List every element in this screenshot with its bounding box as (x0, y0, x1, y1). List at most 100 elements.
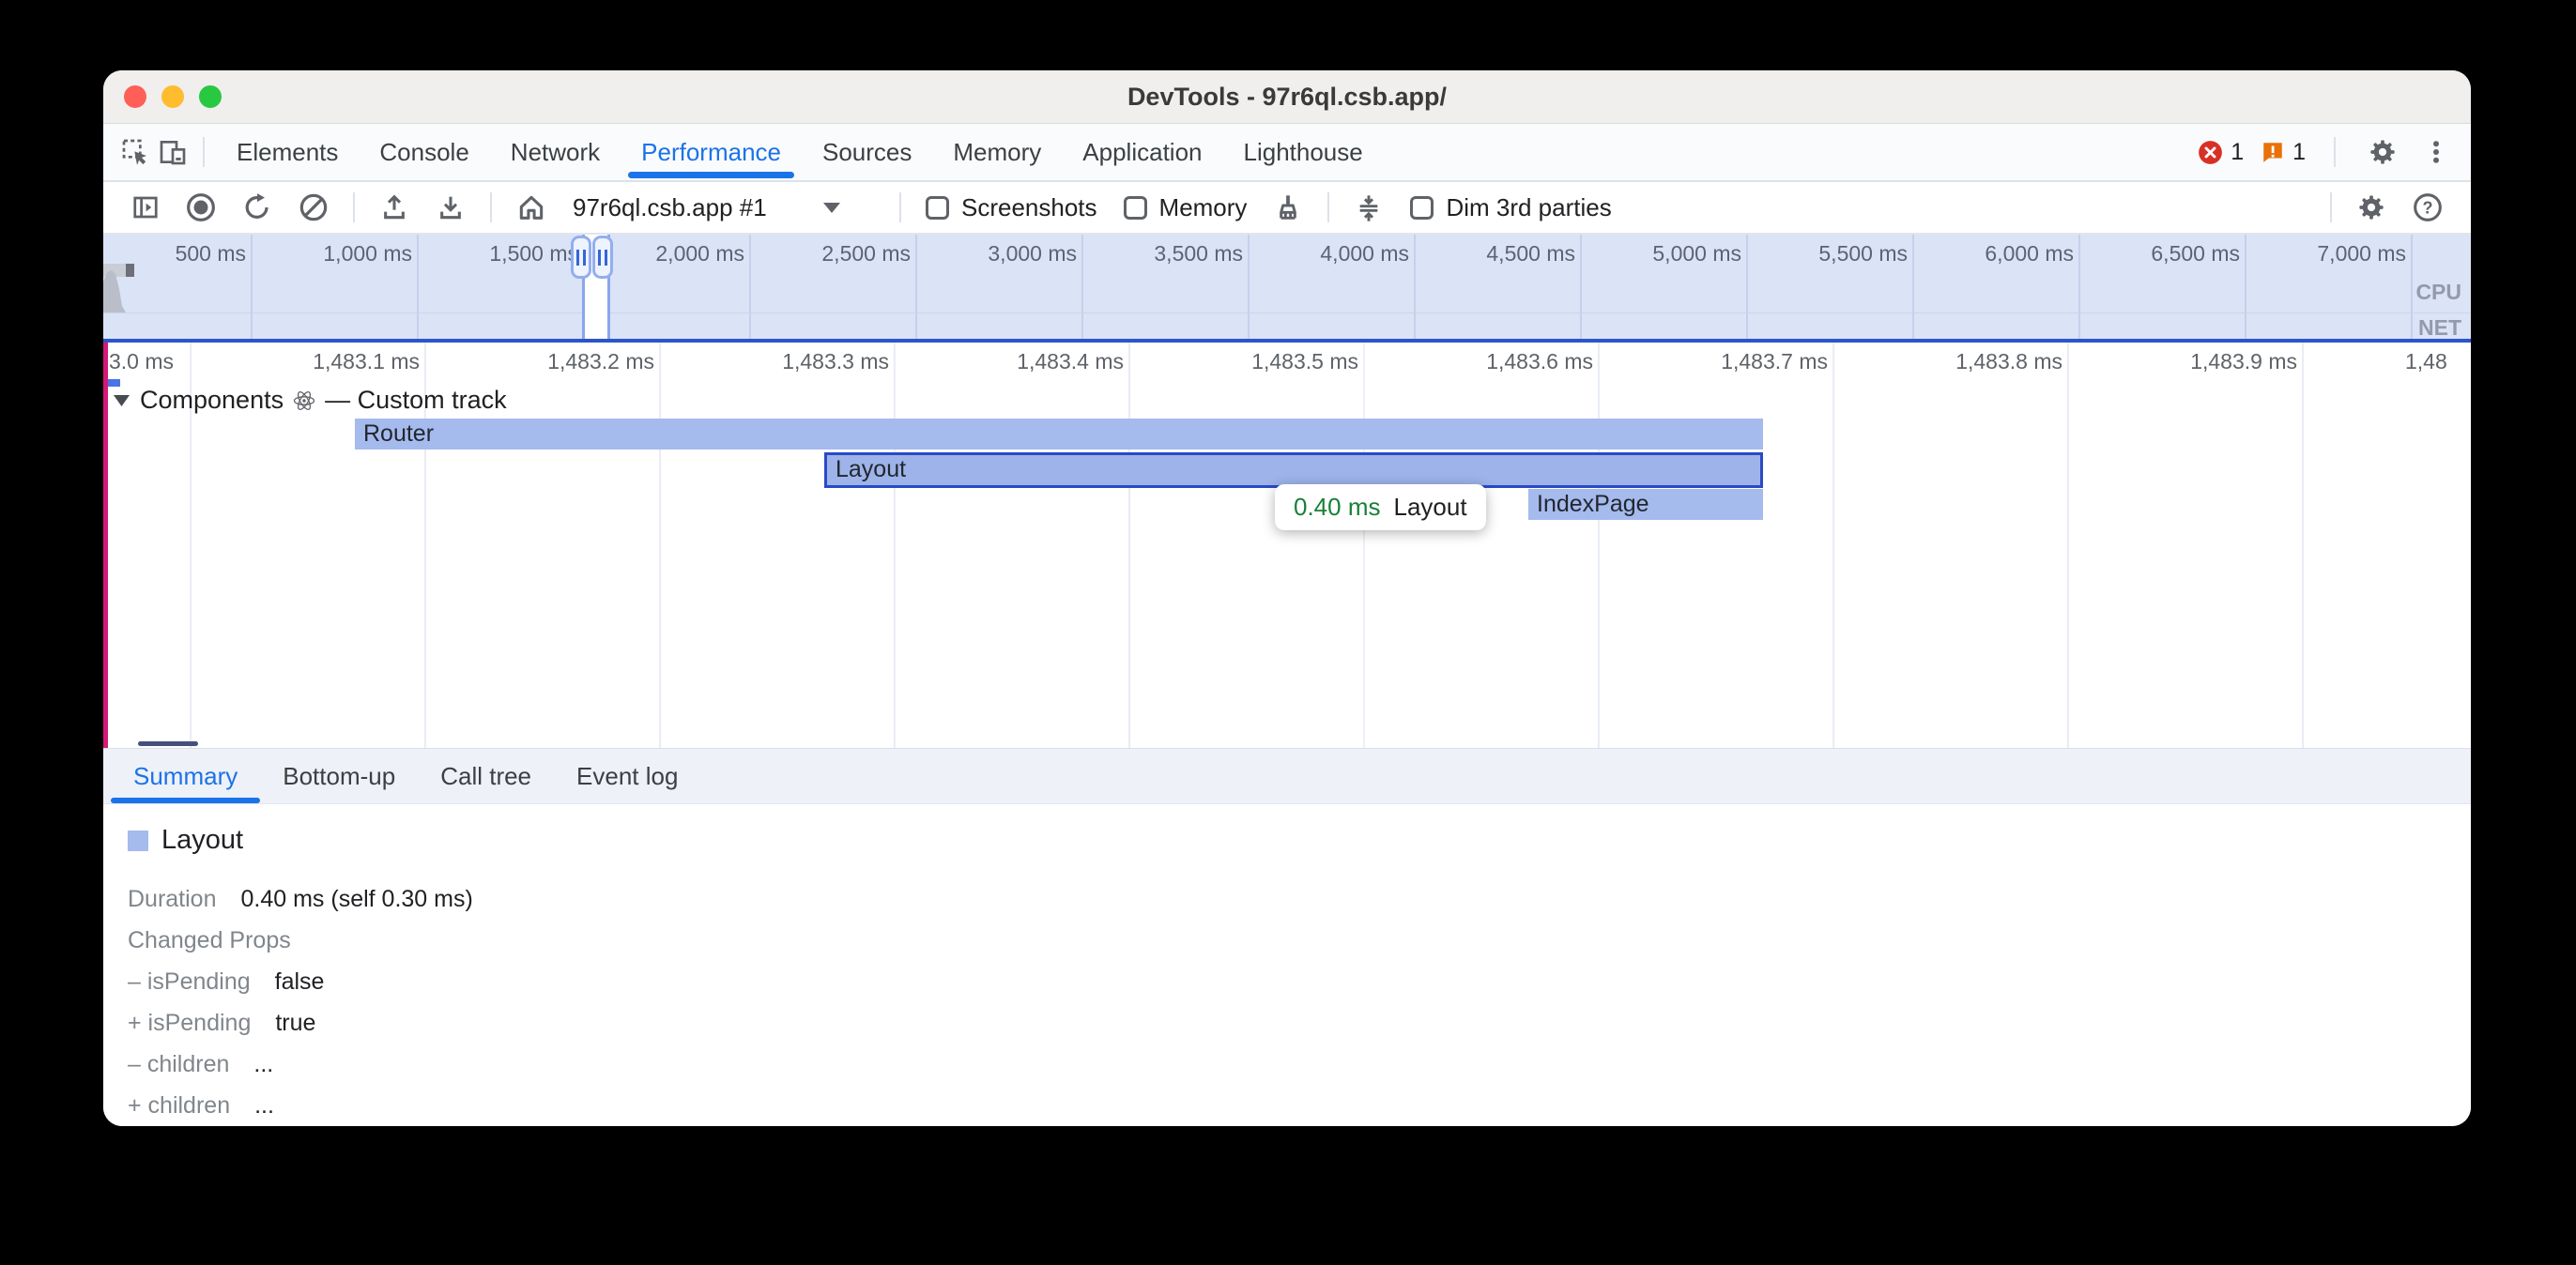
event-tooltip: 0.40 ms Layout (1275, 484, 1486, 530)
tab-application[interactable]: Application (1062, 124, 1222, 180)
checkbox-label: Screenshots (961, 193, 1097, 222)
error-badge[interactable]: 1 (2198, 139, 2244, 166)
device-toolbar-icon[interactable] (154, 133, 192, 171)
tooltip-name: Layout (1394, 493, 1467, 522)
svg-text:?: ? (2423, 198, 2433, 217)
tab-console[interactable]: Console (359, 124, 489, 180)
zoom-window-button[interactable] (199, 85, 222, 108)
flame-event-indexpage[interactable]: IndexPage (1528, 489, 1763, 520)
flame-chart-pane[interactable]: 3.0 ms1,483.1 ms1,483.2 ms1,483.3 ms1,48… (103, 343, 2471, 748)
more-options-kebab-icon[interactable] (2418, 134, 2454, 170)
tooltip-duration: 0.40 ms (1294, 493, 1381, 522)
expander-triangle-icon (113, 393, 130, 408)
flame-event-router[interactable]: Router (355, 419, 1763, 450)
overview-tick-label: 2,500 ms (821, 241, 911, 267)
range-handle-right[interactable] (592, 236, 613, 279)
separator (2330, 192, 2332, 222)
settings-gear-icon[interactable] (2364, 133, 2401, 171)
capture-settings-gear-icon[interactable] (2353, 189, 2390, 226)
tab-label: Lighthouse (1244, 138, 1363, 167)
flame-event-layout[interactable]: Layout (824, 452, 1763, 488)
chevron-down-icon (823, 203, 840, 213)
row-value: true (275, 1010, 315, 1037)
separator (203, 137, 205, 167)
reload-record-icon[interactable] (238, 189, 276, 226)
tab-label: Performance (641, 138, 781, 167)
tab-label: Summary (133, 762, 238, 791)
performance-toolbar: 97r6ql.csb.app #1 Screenshots Memory D (103, 182, 2471, 235)
summary-row: Duration 0.40 ms (self 0.30 ms) (128, 878, 2471, 920)
download-profile-icon[interactable] (432, 189, 469, 226)
overview-tick-label: 4,000 ms (1320, 241, 1409, 267)
screenshots-checkbox[interactable]: Screenshots (926, 193, 1097, 222)
tab-label: Memory (953, 138, 1041, 167)
close-window-button[interactable] (124, 85, 146, 108)
collect-garbage-icon[interactable] (1269, 189, 1307, 226)
issues-icon (2261, 140, 2285, 164)
tab-call-tree[interactable]: Call tree (418, 749, 554, 803)
target-selector-dropdown[interactable]: 97r6ql.csb.app #1 (573, 193, 882, 222)
window-title: DevTools - 97r6ql.csb.app/ (1127, 83, 1447, 112)
checkbox-box (1410, 196, 1434, 220)
row-label: + isPending (128, 1010, 251, 1037)
minimize-window-button[interactable] (161, 85, 184, 108)
row-label: – isPending (128, 968, 251, 996)
summary-title-row: Layout (128, 825, 2471, 856)
row-value: ... (254, 1092, 274, 1120)
range-start-marker (103, 343, 108, 748)
row-value: 0.40 ms (self 0.30 ms) (241, 886, 473, 913)
tab-label: Sources (822, 138, 912, 167)
help-icon[interactable]: ? (2409, 189, 2446, 226)
separator (2334, 137, 2336, 167)
memory-checkbox[interactable]: Memory (1124, 193, 1248, 222)
target-selector-value: 97r6ql.csb.app #1 (573, 193, 767, 222)
home-icon[interactable] (513, 189, 550, 226)
details-tab-bar: Summary Bottom-up Call tree Event log (103, 748, 2471, 804)
overview-tick-label: 1,500 ms (489, 241, 578, 267)
inspect-element-icon[interactable] (116, 133, 154, 171)
tab-sources[interactable]: Sources (802, 124, 932, 180)
row-label: Duration (128, 886, 217, 913)
tab-summary[interactable]: Summary (111, 749, 260, 803)
tab-bottom-up[interactable]: Bottom-up (260, 749, 418, 803)
tab-label: Console (379, 138, 468, 167)
checkbox-label: Memory (1159, 193, 1248, 222)
net-lane-label: NET (2418, 315, 2461, 339)
dim-3rd-parties-checkbox[interactable]: Dim 3rd parties (1410, 193, 1611, 222)
tab-event-log[interactable]: Event log (554, 749, 700, 803)
tab-performance[interactable]: Performance (621, 124, 802, 180)
cpu-lane-label: CPU (2415, 280, 2461, 305)
separator (353, 192, 355, 222)
tab-label: Application (1082, 138, 1202, 167)
desktop-background: DevTools - 97r6ql.csb.app/ Elements Cons… (0, 0, 2576, 1265)
devtools-window: DevTools - 97r6ql.csb.app/ Elements Cons… (103, 70, 2471, 1126)
overview-tick-label: 3,500 ms (1154, 241, 1243, 267)
overview-tick-label: 4,500 ms (1486, 241, 1575, 267)
record-icon[interactable] (182, 189, 220, 226)
checkbox-box (926, 196, 949, 220)
horizontal-scrollbar-thumb[interactable] (138, 741, 198, 746)
tab-memory[interactable]: Memory (932, 124, 1062, 180)
issues-badge[interactable]: 1 (2261, 139, 2306, 166)
toggle-sidebar-icon[interactable] (128, 190, 163, 225)
compress-arrows-icon[interactable] (1350, 189, 1388, 226)
overview-tick-label: 3,000 ms (988, 241, 1077, 267)
tab-lighthouse[interactable]: Lighthouse (1223, 124, 1384, 180)
upload-profile-icon[interactable] (376, 189, 413, 226)
row-label: Changed Props (128, 927, 291, 954)
event-color-swatch (128, 831, 148, 851)
summary-row: Changed Props (128, 920, 2471, 961)
overview-tick-label: 500 ms (176, 241, 246, 267)
tab-network[interactable]: Network (490, 124, 621, 180)
tab-label: Event log (576, 762, 678, 791)
tab-elements[interactable]: Elements (216, 124, 359, 180)
overview-tick-label: 7,000 ms (2317, 241, 2406, 267)
custom-track-header[interactable]: Components — Custom track (113, 386, 507, 415)
summary-pane: Layout Duration 0.40 ms (self 0.30 ms) Ch… (103, 804, 2471, 1126)
range-handle-left[interactable] (571, 236, 591, 279)
separator (1327, 192, 1329, 222)
clear-icon[interactable] (295, 189, 332, 226)
row-value: ... (253, 1051, 273, 1078)
track-name: Components (140, 386, 284, 415)
timeline-overview[interactable]: 500 ms1,000 ms1,500 ms2,000 ms2,500 ms3,… (103, 235, 2471, 339)
